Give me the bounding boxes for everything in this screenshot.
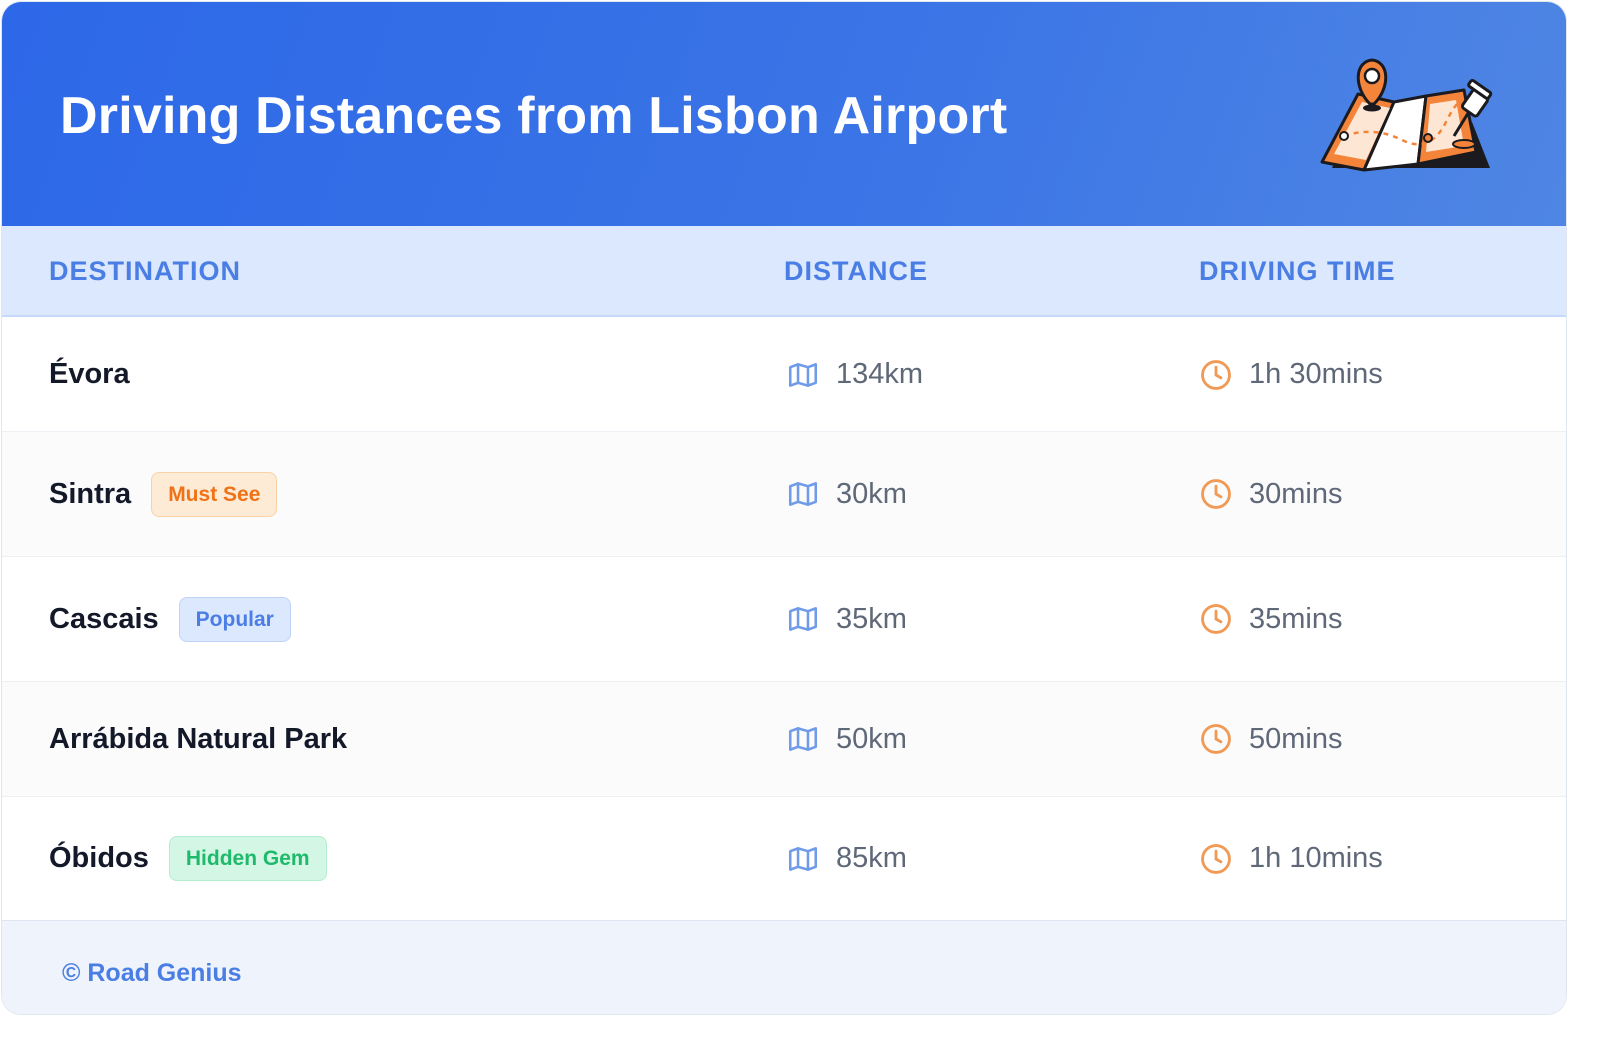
map-icon (786, 842, 820, 876)
page-title: Driving Distances from Lisbon Airport (60, 87, 1008, 145)
destination-name: Évora (49, 358, 130, 390)
driving-time-value: 35mins (1249, 602, 1343, 635)
map-icon (786, 722, 820, 756)
driving-time-value: 1h 30mins (1249, 358, 1383, 390)
distance-value: 35km (836, 602, 907, 635)
copyright-credit: © Road Genius (62, 959, 242, 987)
map-icon (786, 358, 820, 392)
distance-value: 50km (836, 722, 907, 755)
destination-name: Sintra (49, 477, 132, 510)
table-row: Sintra Must See 30km 30mins (2, 432, 1566, 557)
card-footer: © Road Genius (2, 920, 1566, 1014)
distance-value: 85km (836, 842, 907, 874)
hidden-gem-badge: Hidden Gem (168, 836, 327, 881)
distance-value: 134km (836, 358, 924, 390)
popular-badge: Popular (178, 596, 291, 642)
folded-map-with-pins-icon (1320, 58, 1493, 172)
driving-time-value: 50mins (1249, 722, 1343, 755)
clock-icon (1199, 842, 1233, 876)
destination-name: Cascais (49, 602, 159, 635)
table-row: Évora 134km 1h 30mins (2, 318, 1566, 432)
map-icon (786, 477, 820, 511)
table-row: Óbidos Hidden Gem 85km 1h 10mins (2, 797, 1566, 920)
distance-value: 30km (836, 477, 907, 510)
table-header-row: DESTINATION DISTANCE DRIVING TIME (2, 226, 1566, 317)
driving-time-value: 1h 10mins (1249, 842, 1383, 874)
card-header: Driving Distances from Lisbon Airport (2, 2, 1566, 226)
distance-card: Driving Distances from Lisbon Airport DE… (1, 1, 1567, 1015)
clock-icon (1199, 722, 1233, 756)
column-header-driving-time: DRIVING TIME (1199, 256, 1396, 286)
destination-name: Óbidos (49, 842, 149, 874)
must-see-badge: Must See (151, 471, 278, 517)
table-row: Cascais Popular 35km 35mins (2, 557, 1566, 682)
destination-name: Arrábida Natural Park (49, 722, 348, 755)
clock-icon (1199, 602, 1233, 636)
driving-time-value: 30mins (1249, 477, 1343, 510)
column-header-distance: DISTANCE (784, 256, 929, 286)
column-header-destination: DESTINATION (49, 256, 241, 286)
table-row: Arrábida Natural Park 50km 50mins (2, 682, 1566, 797)
clock-icon (1199, 477, 1233, 511)
map-icon (786, 602, 820, 636)
clock-icon (1199, 358, 1233, 392)
